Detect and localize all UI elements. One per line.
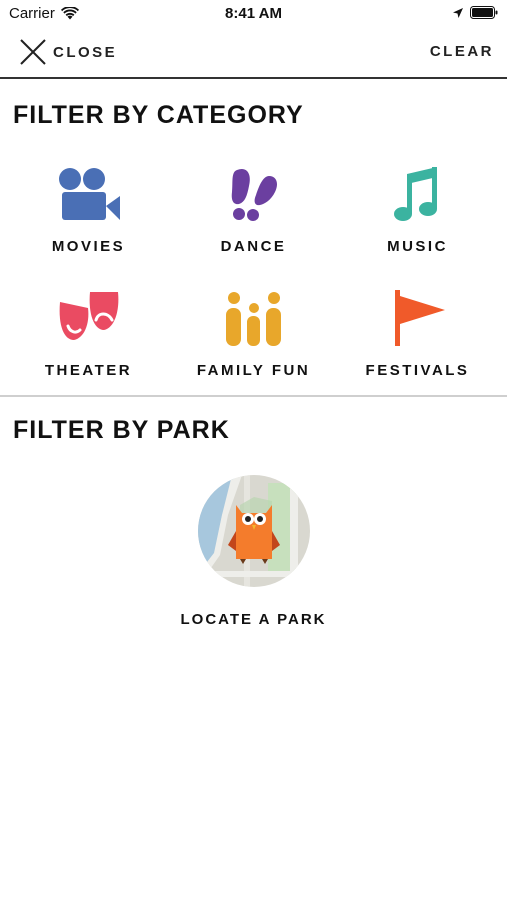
close-button[interactable]: CLOSE — [19, 38, 117, 66]
category-theater[interactable]: THEATER — [4, 288, 173, 379]
locate-park-button[interactable]: LOCATE A PARK — [0, 475, 507, 628]
clear-button[interactable]: CLEAR — [430, 43, 494, 60]
park-section-title: FILTER BY PARK — [13, 416, 230, 444]
category-label: FESTIVALS — [365, 362, 470, 379]
section-divider — [0, 395, 507, 397]
category-section-title: FILTER BY CATEGORY — [13, 101, 304, 129]
status-bar: Carrier 8:41 AM — [0, 0, 507, 28]
family-icon — [225, 292, 281, 346]
category-music[interactable]: MUSIC — [333, 164, 502, 255]
category-dance[interactable]: DANCE — [169, 164, 338, 255]
movie-camera-icon — [58, 168, 120, 220]
owl-map-icon — [197, 475, 310, 587]
category-label: MUSIC — [387, 238, 448, 255]
footprints-icon — [231, 168, 277, 221]
status-time: 8:41 AM — [225, 5, 282, 22]
category-label: FAMILY FUN — [196, 362, 311, 379]
music-note-icon — [393, 167, 437, 221]
battery-icon — [470, 6, 498, 19]
close-label: CLOSE — [53, 43, 118, 61]
location-arrow-icon — [453, 7, 463, 18]
nav-bar: CLOSE CLEAR — [0, 28, 507, 79]
category-festivals[interactable]: FESTIVALS — [333, 288, 502, 379]
locate-park-label: LOCATE A PARK — [180, 611, 327, 628]
category-movies[interactable]: MOVIES — [4, 164, 173, 255]
category-label: MOVIES — [51, 238, 126, 255]
flag-icon — [394, 290, 445, 346]
close-icon — [20, 39, 46, 65]
category-label: DANCE — [220, 238, 287, 255]
theater-masks-icon — [59, 292, 118, 340]
category-label: THEATER — [44, 362, 133, 379]
status-indicators — [452, 6, 498, 19]
category-family-fun[interactable]: FAMILY FUN — [169, 288, 338, 379]
